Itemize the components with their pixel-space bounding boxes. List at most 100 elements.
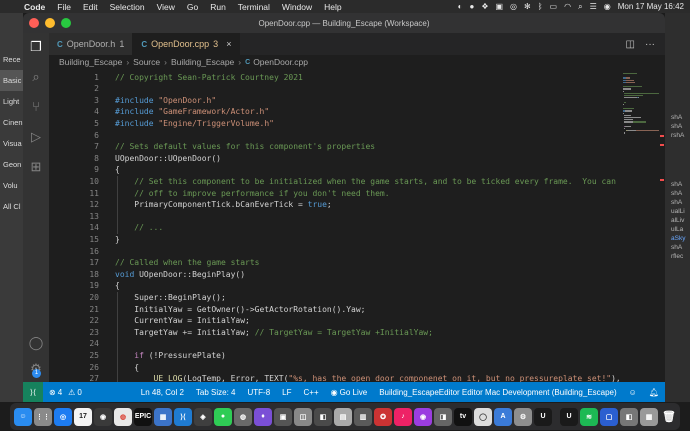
code-editor[interactable]: 1 2 3 4 5 6 7 8 9 10 11 12 13 14 15 16 17 18 19 20 21 22 23 24 2… bbox=[49, 69, 619, 382]
unreal-icon[interactable]: U bbox=[534, 407, 552, 426]
code-line[interactable]: if (!PressurePlate) bbox=[115, 350, 226, 362]
code-line[interactable]: // off to improve performance if you don… bbox=[115, 188, 389, 200]
app-icon[interactable]: ▢ bbox=[600, 407, 618, 426]
notifications-icon[interactable]: 🔔︎ bbox=[643, 388, 665, 397]
menu-file[interactable]: File bbox=[51, 2, 77, 12]
podcasts-icon[interactable]: ◉ bbox=[414, 407, 432, 426]
calendar-icon[interactable]: 17 bbox=[74, 407, 92, 426]
launchpad-icon[interactable]: ⋮⋮ bbox=[34, 407, 52, 426]
app-icon[interactable]: ◯ bbox=[474, 407, 492, 426]
menu-go[interactable]: Go bbox=[181, 2, 204, 12]
code-line[interactable]: // Copyright Sean-Patrick Courtney 2021 bbox=[115, 72, 303, 84]
breadcrumb-file[interactable]: OpenDoor.cpp bbox=[253, 57, 308, 67]
code-line[interactable]: // Sets default values for this componen… bbox=[115, 141, 375, 153]
code-line[interactable]: #include "GameFramework/Actor.h" bbox=[115, 106, 269, 118]
menu-terminal[interactable]: Terminal bbox=[232, 2, 276, 12]
code-line[interactable]: UOpenDoor::UOpenDoor() bbox=[115, 153, 221, 165]
clock-text[interactable]: Mon 17 May 16:42 bbox=[618, 2, 684, 11]
remote-indicator-icon[interactable]: ⟩⟨ bbox=[23, 382, 43, 402]
app-icon[interactable]: ✪ bbox=[374, 407, 392, 426]
code-line[interactable]: void UOpenDoor::BeginPlay() bbox=[115, 269, 245, 281]
code-line[interactable]: // ... bbox=[115, 222, 163, 234]
split-editor-icon[interactable]: ◫ bbox=[626, 39, 635, 50]
battery-icon[interactable]: ▭ bbox=[550, 2, 558, 11]
finder-icon[interactable]: ☺ bbox=[14, 407, 32, 426]
place-category[interactable]: Cinen bbox=[0, 112, 23, 133]
place-category[interactable]: Light bbox=[0, 91, 23, 112]
place-category[interactable]: Basic bbox=[0, 70, 23, 91]
app-icon[interactable]: A bbox=[494, 407, 512, 426]
title-bar[interactable]: OpenDoor.cpp — Building_Escape (Workspac… bbox=[23, 13, 665, 33]
code-line[interactable]: #include "Engine/TriggerVolume.h" bbox=[115, 118, 274, 130]
status-icon[interactable]: ✻ bbox=[524, 2, 531, 11]
code-line[interactable]: CurrentYaw = InitialYaw; bbox=[115, 315, 250, 327]
app-icon[interactable]: ▦ bbox=[640, 407, 658, 426]
tab-size[interactable]: Tab Size: 4 bbox=[190, 388, 242, 397]
breadcrumb-item[interactable]: Building_Escape bbox=[59, 57, 122, 67]
extensions-icon[interactable]: ⊞ bbox=[28, 159, 44, 175]
go-live-button[interactable]: ◉ Go Live bbox=[325, 388, 374, 397]
menu-app-name[interactable]: Code bbox=[18, 2, 51, 12]
notes-icon[interactable]: ▦ bbox=[154, 407, 172, 426]
control-center-icon[interactable]: ☰ bbox=[590, 2, 597, 11]
app-icon[interactable]: ▥ bbox=[354, 407, 372, 426]
code-line[interactable]: #include "OpenDoor.h" bbox=[115, 95, 216, 107]
account-icon[interactable]: ◯ bbox=[28, 335, 44, 351]
code-line[interactable]: { bbox=[115, 362, 139, 374]
place-category[interactable]: Geon bbox=[0, 154, 23, 175]
menu-view[interactable]: View bbox=[151, 2, 181, 12]
epic-games-icon[interactable]: EPIC bbox=[134, 407, 152, 426]
menu-window[interactable]: Window bbox=[276, 2, 318, 12]
app-icon[interactable]: ◍ bbox=[234, 407, 252, 426]
status-icon[interactable]: ▣ bbox=[495, 2, 503, 11]
feedback-icon[interactable]: ☺ bbox=[623, 388, 643, 397]
place-category[interactable]: All Cl bbox=[0, 196, 23, 217]
settings-gear-icon[interactable]: ⚙1 bbox=[28, 361, 44, 378]
settings-icon[interactable]: ⚙ bbox=[514, 407, 532, 426]
trash-icon[interactable]: 🗑 bbox=[660, 408, 678, 426]
menu-help[interactable]: Help bbox=[318, 2, 347, 12]
app-icon[interactable]: ◫ bbox=[294, 407, 312, 426]
status-icon[interactable]: ● bbox=[469, 2, 474, 11]
code-line[interactable]: PrimaryComponentTick.bCanEverTick = true… bbox=[115, 199, 331, 211]
cursor-position[interactable]: Ln 48, Col 2 bbox=[135, 388, 190, 397]
code-area[interactable]: // Copyright Sean-Patrick Courtney 2021 #… bbox=[115, 69, 619, 382]
code-line[interactable]: { bbox=[115, 164, 120, 176]
place-category[interactable]: Rece bbox=[0, 49, 23, 70]
build-configuration[interactable]: Building_EscapeEditor Editor Mac Develop… bbox=[373, 388, 622, 397]
dropbox-icon[interactable]: ❖ bbox=[481, 2, 488, 11]
search-icon[interactable]: ⌕ bbox=[578, 2, 582, 12]
bluetooth-icon[interactable]: ᛒ bbox=[538, 2, 543, 11]
app-icon[interactable]: ▣ bbox=[274, 407, 292, 426]
app-icon[interactable]: ◈ bbox=[194, 407, 212, 426]
unreal-icon[interactable]: U bbox=[560, 407, 578, 426]
place-category[interactable]: Volu bbox=[0, 175, 23, 196]
menu-selection[interactable]: Selection bbox=[104, 2, 151, 12]
app-icon[interactable]: ♪ bbox=[394, 407, 412, 426]
code-line[interactable]: TargetYaw += InitialYaw; // TargetYaw = … bbox=[115, 327, 433, 339]
breadcrumb-item[interactable]: Building_Escape bbox=[171, 57, 234, 67]
code-line[interactable]: UE_LOG(LogTemp, Error, TEXT("%s, has the… bbox=[115, 373, 619, 382]
search-icon[interactable]: ⌕ bbox=[28, 69, 44, 85]
messages-icon[interactable]: ● bbox=[214, 407, 232, 426]
language-mode[interactable]: C++ bbox=[298, 388, 325, 397]
app-icon[interactable]: ◉ bbox=[94, 407, 112, 426]
app-icon[interactable]: ◧ bbox=[620, 407, 638, 426]
code-line[interactable]: } bbox=[115, 234, 120, 246]
wifi-icon[interactable]: ◠ bbox=[564, 2, 571, 11]
menu-run[interactable]: Run bbox=[204, 2, 232, 12]
more-actions-icon[interactable]: ··· bbox=[645, 39, 655, 50]
status-icon[interactable]: ◐ bbox=[458, 2, 463, 11]
source-control-icon[interactable]: ⑂ bbox=[28, 99, 44, 115]
code-line[interactable]: { bbox=[115, 280, 120, 292]
status-icon[interactable]: ◎ bbox=[510, 2, 517, 11]
code-line[interactable]: // Set this component to be initialized … bbox=[115, 176, 619, 188]
explorer-icon[interactable]: ❐ bbox=[28, 39, 44, 55]
siri-icon[interactable]: ◉ bbox=[604, 2, 611, 11]
code-line[interactable]: // Called when the game starts bbox=[115, 257, 260, 269]
app-icon[interactable]: ♦ bbox=[254, 407, 272, 426]
chrome-icon[interactable]: ◍ bbox=[114, 407, 132, 426]
code-line[interactable]: InitialYaw = GetOwner()->GetActorRotatio… bbox=[115, 304, 365, 316]
tab-opendoor-cpp[interactable]: C OpenDoor.cpp 3 × bbox=[133, 33, 241, 55]
vscode-icon[interactable]: ⟩⟨ bbox=[174, 407, 192, 426]
